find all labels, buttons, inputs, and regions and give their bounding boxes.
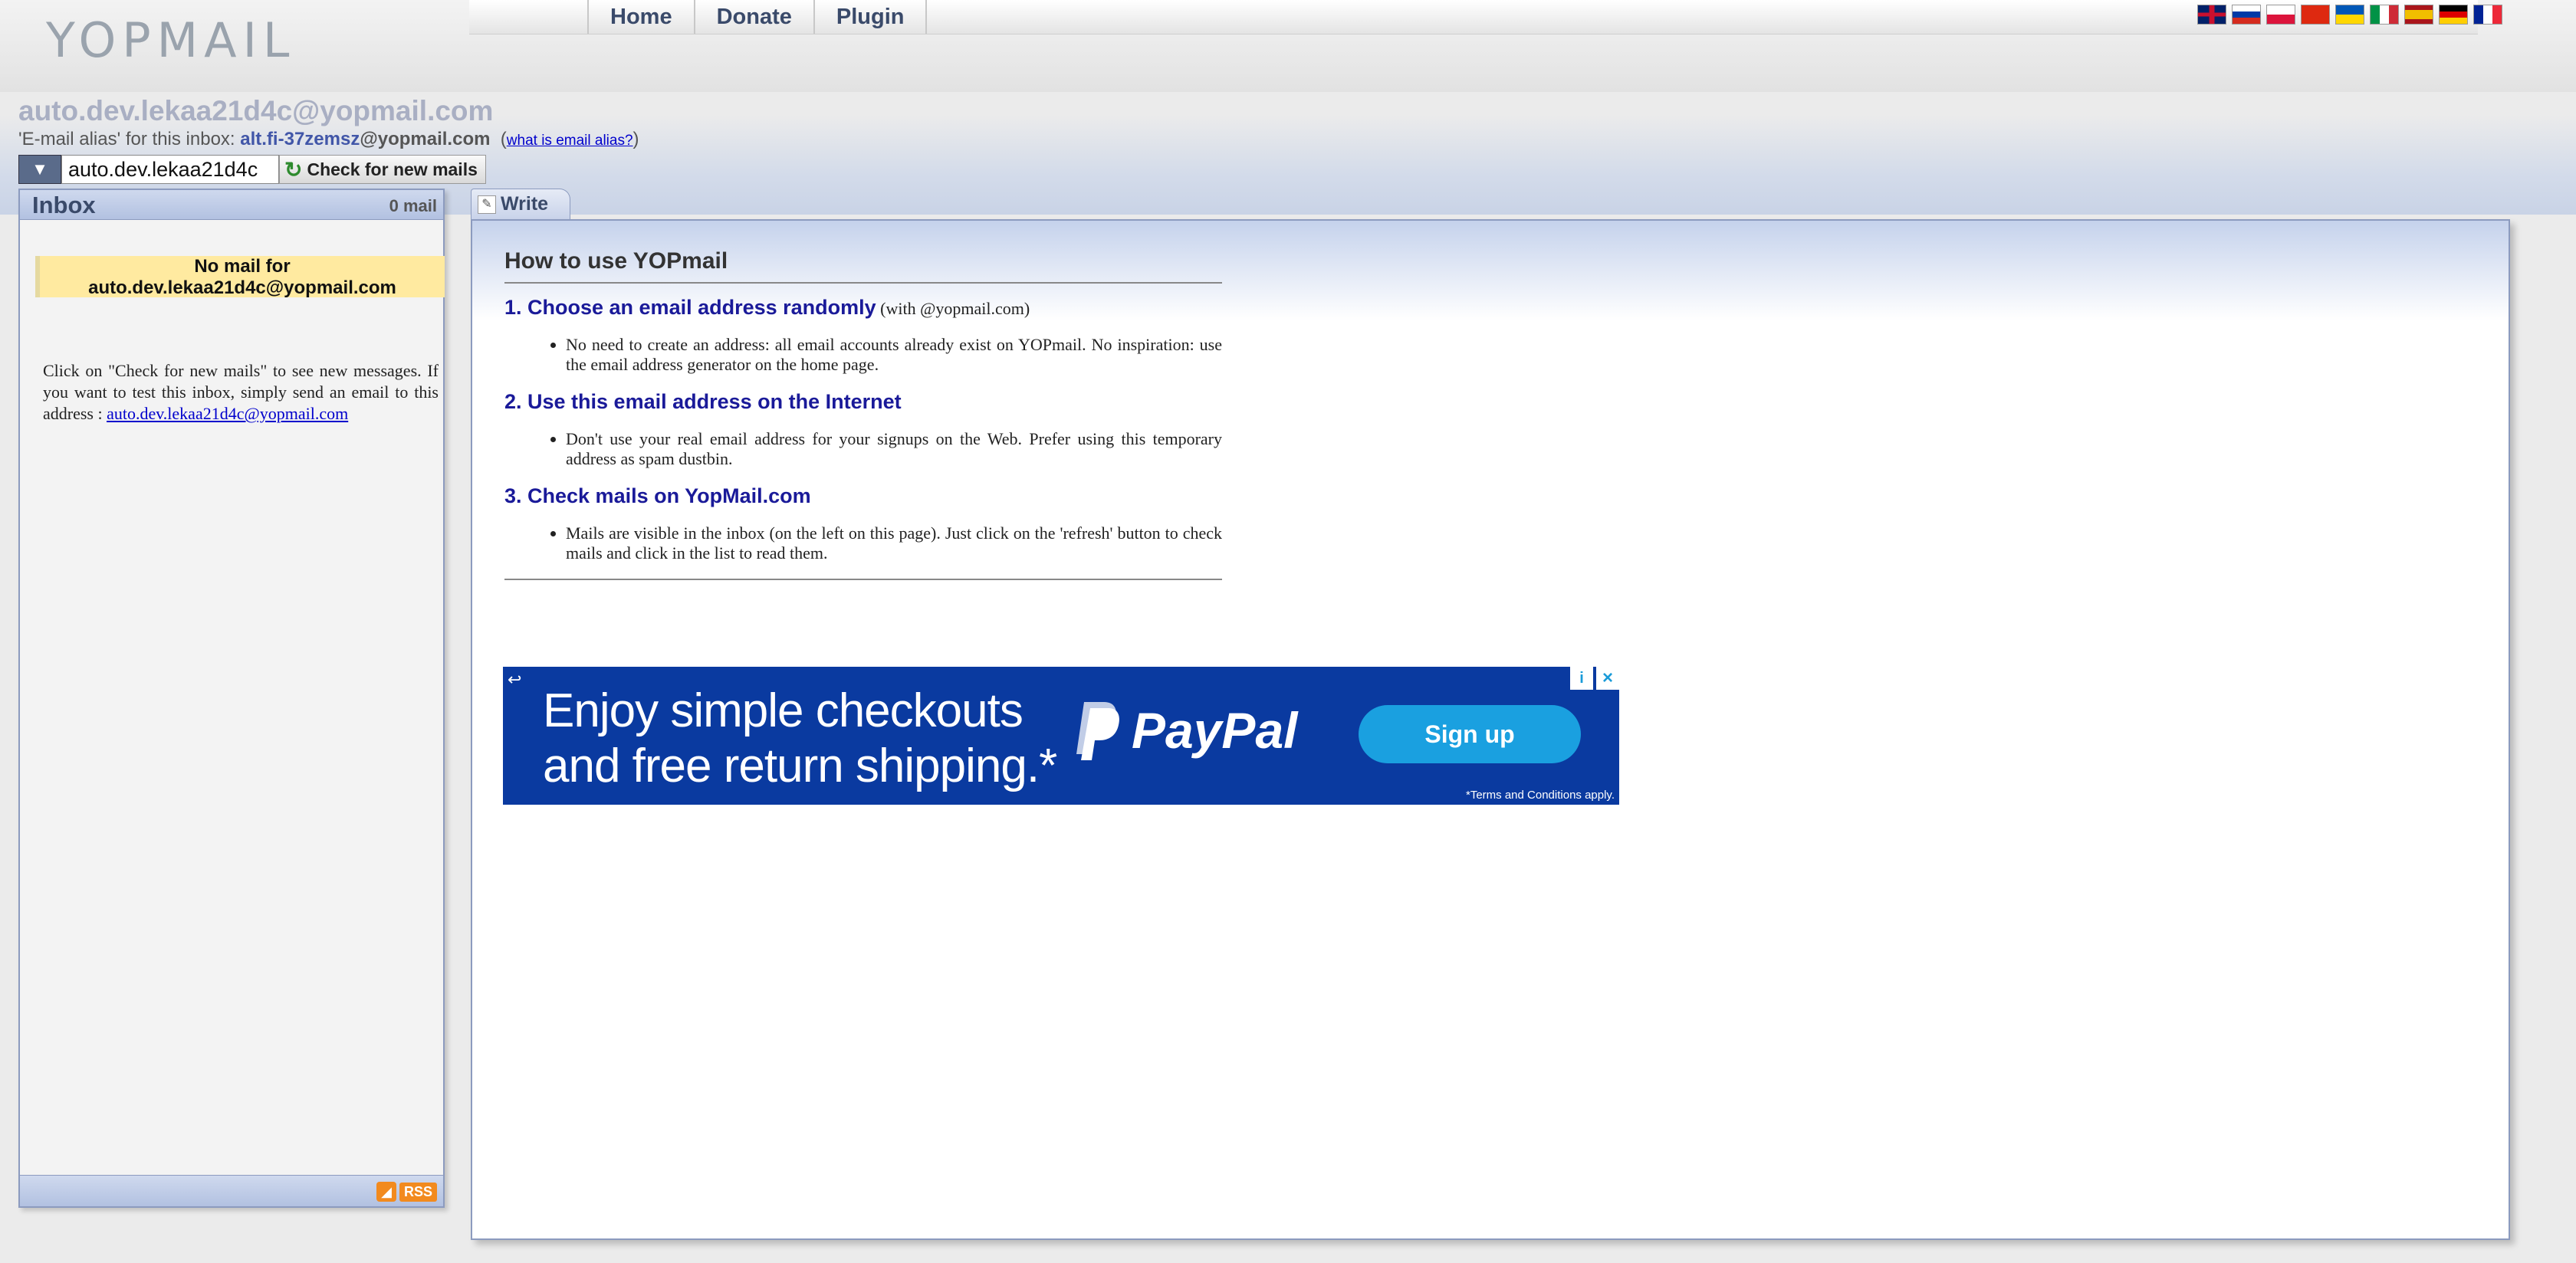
german-flag-icon[interactable] bbox=[2439, 5, 2468, 25]
no-mail-notice: No mail for auto.dev.lekaa21d4c@yopmail.… bbox=[35, 256, 445, 298]
ukrainian-flag-icon[interactable] bbox=[2335, 5, 2364, 25]
ad-info-icon[interactable]: i bbox=[1570, 667, 1593, 690]
step-1-list: No need to create an address: all email … bbox=[504, 335, 1222, 375]
inbox-help-text: Click on "Check for new mails" to see ne… bbox=[43, 360, 439, 425]
ad-signup-button[interactable]: Sign up bbox=[1359, 705, 1581, 763]
nav-plugin-link[interactable]: Plugin bbox=[815, 0, 926, 34]
step-3-list: Mails are visible in the inbox (on the l… bbox=[504, 523, 1222, 563]
alias-help-open: ( bbox=[500, 129, 507, 149]
rss-icon: ◢ bbox=[376, 1182, 396, 1202]
step-3-heading: 3. Check mails on YopMail.com bbox=[504, 484, 811, 507]
how-to-title: How to use YOPmail bbox=[504, 248, 1222, 284]
ad-close-icon[interactable]: × bbox=[1596, 667, 1619, 690]
italian-flag-icon[interactable] bbox=[2370, 5, 2399, 25]
paypal-mark-icon bbox=[1076, 702, 1119, 760]
alias-help-close: ) bbox=[632, 129, 639, 149]
login-input[interactable] bbox=[61, 155, 279, 184]
rss-button[interactable]: ◢ RSS bbox=[376, 1182, 437, 1202]
inbox-panel: Inbox 0 mail No mail for auto.dev.lekaa2… bbox=[18, 189, 445, 1208]
inbox-title: Inbox bbox=[32, 192, 96, 218]
spanish-flag-icon[interactable] bbox=[2404, 5, 2433, 25]
paypal-logo: PayPal bbox=[1073, 699, 1298, 762]
alias-prefix: 'E-mail alias' for this inbox: bbox=[18, 129, 241, 149]
inbox-footer: ◢ RSS bbox=[20, 1175, 443, 1206]
write-tab[interactable]: ✎ Write bbox=[471, 189, 570, 219]
paypal-advertisement[interactable]: ↩ Enjoy simple checkouts and free return… bbox=[503, 667, 1619, 805]
what-is-alias-link[interactable]: what is email alias? bbox=[507, 133, 633, 149]
ad-headline: Enjoy simple checkouts and free return s… bbox=[543, 684, 1057, 794]
logo-text: YOPMAIL bbox=[46, 12, 296, 68]
section-divider bbox=[504, 579, 1222, 580]
step-2-list: Don't use your real email address for yo… bbox=[504, 429, 1222, 469]
english-flag-icon[interactable] bbox=[2197, 5, 2226, 25]
alias-domain: @yopmail.com bbox=[360, 129, 491, 149]
inbox-header: Inbox 0 mail bbox=[20, 190, 443, 220]
rss-label: RSS bbox=[399, 1182, 437, 1202]
write-icon: ✎ bbox=[478, 195, 496, 214]
no-mail-line1: No mail for bbox=[194, 256, 291, 277]
nav-separator bbox=[925, 0, 928, 34]
check-new-mails-label: Check for new mails bbox=[307, 159, 478, 179]
inbox-controls: ▼ ↻ Check for new mails bbox=[18, 155, 486, 184]
inbox-menu-icon[interactable]: ▼ bbox=[18, 155, 61, 184]
nav-items: Home Donate Plugin bbox=[587, 0, 928, 34]
language-flags bbox=[2197, 5, 2502, 25]
nav-home-link[interactable]: Home bbox=[589, 0, 694, 34]
top-bar: YOPMAIL Home Donate Plugin bbox=[0, 0, 2576, 92]
how-to-section: How to use YOPmail 1. Choose an email ad… bbox=[504, 248, 1222, 580]
yopmail-logo[interactable]: YOPMAIL bbox=[46, 8, 322, 100]
inbox-mail-count: 0 mail bbox=[389, 196, 437, 215]
polish-flag-icon[interactable] bbox=[2266, 5, 2295, 25]
french-flag-icon[interactable] bbox=[2473, 5, 2502, 25]
ad-line2: and free return shipping.* bbox=[543, 740, 1057, 792]
no-mail-line2: auto.dev.lekaa21d4c@yopmail.com bbox=[88, 277, 396, 298]
step-1-heading: 1. Choose an email address randomly (wit… bbox=[504, 296, 1030, 319]
chinese-flag-icon[interactable] bbox=[2301, 5, 2330, 25]
step-1-sub: (with @yopmail.com) bbox=[876, 299, 1030, 318]
nav-donate-link[interactable]: Donate bbox=[695, 0, 813, 34]
check-new-mails-button[interactable]: ↻ Check for new mails bbox=[279, 155, 486, 184]
alias-user: alt.fi-37zemsz bbox=[240, 129, 360, 149]
write-tab-label: Write bbox=[501, 193, 549, 215]
paypal-wordmark: PayPal bbox=[1132, 702, 1298, 759]
inbox-address-title: auto.dev.lekaa21d4c@yopmail.com bbox=[18, 95, 494, 126]
ad-line1: Enjoy simple checkouts bbox=[543, 684, 1024, 737]
russian-flag-icon[interactable] bbox=[2232, 5, 2261, 25]
inbox-address-link[interactable]: auto.dev.lekaa21d4c@yopmail.com bbox=[107, 404, 348, 423]
email-alias-line: 'E-mail alias' for this inbox: alt.fi-37… bbox=[18, 129, 639, 150]
step-2-heading: 2. Use this email address on the Interne… bbox=[504, 390, 902, 413]
ad-choices-icon[interactable]: ↩ bbox=[508, 670, 521, 690]
step-2-text: Don't use your real email address for yo… bbox=[566, 429, 1222, 469]
step-3-text: Mails are visible in the inbox (on the l… bbox=[566, 523, 1222, 563]
step-1-text: No need to create an address: all email … bbox=[566, 335, 1222, 375]
nav-bar: Home Donate Plugin bbox=[469, 0, 2478, 34]
refresh-icon: ↻ bbox=[284, 157, 303, 182]
ad-terms: *Terms and Conditions apply. bbox=[1466, 789, 1615, 802]
